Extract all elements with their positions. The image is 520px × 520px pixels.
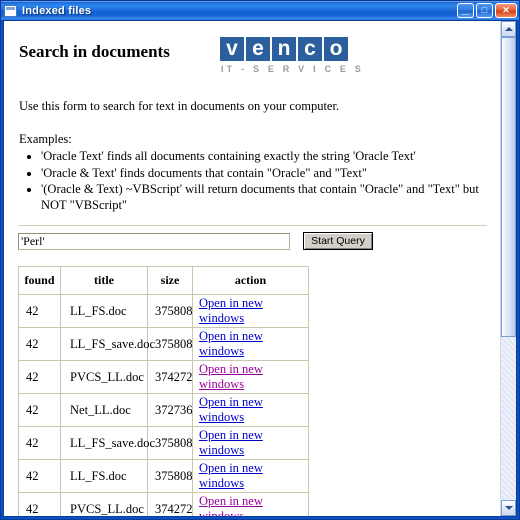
scrollbar-thumb[interactable] (501, 37, 516, 337)
open-in-new-window-link[interactable]: Open in new windows (199, 362, 263, 391)
column-header-title: title (60, 266, 148, 295)
vertical-scrollbar[interactable] (500, 21, 516, 516)
open-in-new-window-link[interactable]: Open in new windows (199, 329, 263, 358)
table-row: 42 LL_FS.doc 375808 Open in new windows (18, 294, 309, 328)
window-document-icon (4, 4, 17, 17)
cell-title: Net_LL.doc (60, 393, 148, 427)
table-row: 42 LL_FS_save.doc 375808 Open in new win… (18, 327, 309, 361)
venco-logo: v e n c o IT - S E R V I C E S (219, 37, 364, 74)
cell-found: 42 (18, 327, 61, 361)
application-window: Indexed files _ □ ✕ Search in documents … (0, 0, 520, 520)
example-item: 'Oracle Text' finds all documents contai… (41, 149, 488, 165)
intro-text: Use this form to search for text in docu… (19, 99, 340, 113)
results-table: found title size action 42 LL_FS.doc 375… (18, 266, 309, 516)
cell-found: 42 (18, 294, 61, 328)
cell-size: 372736 (147, 393, 193, 427)
table-row: 42 PVCS_LL.doc 374272 Open in new window… (18, 492, 309, 516)
example-item: '(Oracle & Text) ~VBScript' will return … (41, 182, 488, 213)
scrollbar-track[interactable] (501, 37, 516, 500)
cell-found: 42 (18, 459, 61, 493)
logo-wordmark: v e n c o (219, 37, 364, 61)
table-row: 42 LL_FS_save.doc 375808 Open in new win… (18, 426, 309, 460)
cell-action: Open in new windows (192, 426, 309, 460)
horizontal-divider (18, 225, 487, 226)
cell-title: PVCS_LL.doc (60, 360, 148, 394)
cell-title: LL_FS.doc (60, 294, 148, 328)
cell-found: 42 (18, 360, 61, 394)
column-header-size: size (147, 266, 193, 295)
cell-title: LL_FS.doc (60, 459, 148, 493)
scroll-down-arrow-icon[interactable] (501, 500, 516, 516)
logo-letter-v: v (219, 37, 244, 61)
examples-list: 'Oracle Text' finds all documents contai… (17, 149, 488, 213)
table-row: 42 Net_LL.doc 372736 Open in new windows (18, 393, 309, 427)
start-query-button[interactable]: Start Query (303, 232, 373, 250)
logo-letter-o: o (323, 37, 348, 61)
window-controls: _ □ ✕ (457, 1, 517, 18)
cell-found: 42 (18, 426, 61, 460)
document-page: Search in documents v e n c o IT - S E R… (4, 21, 500, 516)
examples-label: Examples: (19, 132, 72, 146)
minimize-button[interactable]: _ (457, 1, 474, 18)
cell-size: 374272 (147, 492, 193, 516)
logo-subtitle: IT - S E R V I C E S (220, 64, 364, 74)
results-table-body: 42 LL_FS.doc 375808 Open in new windows … (18, 294, 309, 516)
cell-found: 42 (18, 393, 61, 427)
open-in-new-window-link[interactable]: Open in new windows (199, 395, 263, 424)
logo-letter-e: e (245, 37, 270, 61)
logo-letter-c: c (297, 37, 322, 61)
open-in-new-window-link[interactable]: Open in new windows (199, 461, 263, 490)
cell-title: LL_FS_save.doc (60, 426, 155, 460)
cell-action: Open in new windows (192, 294, 309, 328)
close-button[interactable]: ✕ (495, 3, 517, 18)
minimize-icon: _ (461, 1, 470, 16)
page-header: Search in documents v e n c o IT - S E R… (17, 35, 488, 81)
maximize-button[interactable]: □ (476, 3, 493, 18)
cell-title: LL_FS_save.doc (60, 327, 155, 361)
cell-size: 375808 (147, 459, 193, 493)
cell-size: 375808 (147, 294, 193, 328)
cell-size: 375808 (147, 426, 193, 460)
open-in-new-window-link[interactable]: Open in new windows (199, 494, 263, 516)
cell-action: Open in new windows (192, 327, 309, 361)
results-table-head: found title size action (18, 266, 309, 295)
cell-title: PVCS_LL.doc (60, 492, 148, 516)
cell-action: Open in new windows (192, 393, 309, 427)
search-form: Start Query (18, 232, 488, 250)
table-row: 42 LL_FS.doc 375808 Open in new windows (18, 459, 309, 493)
cell-size: 375808 (147, 327, 193, 361)
table-row: 42 PVCS_LL.doc 374272 Open in new window… (18, 360, 309, 394)
search-input[interactable] (18, 232, 290, 250)
column-header-found: found (18, 266, 61, 295)
client-area: Search in documents v e n c o IT - S E R… (3, 20, 517, 517)
table-header-row: found title size action (18, 266, 309, 295)
column-header-action: action (192, 266, 309, 295)
cell-action: Open in new windows (192, 492, 309, 516)
open-in-new-window-link[interactable]: Open in new windows (199, 296, 263, 325)
scroll-up-arrow-icon[interactable] (501, 21, 516, 37)
open-in-new-window-link[interactable]: Open in new windows (199, 428, 263, 457)
window-title: Indexed files (22, 4, 92, 17)
cell-action: Open in new windows (192, 459, 309, 493)
maximize-icon: □ (481, 5, 488, 15)
title-bar[interactable]: Indexed files _ □ ✕ (1, 1, 519, 20)
cell-size: 374272 (147, 360, 193, 394)
cell-found: 42 (18, 492, 61, 516)
cell-action: Open in new windows (192, 360, 309, 394)
example-item: 'Oracle & Text' finds documents that con… (41, 166, 488, 182)
page-title: Search in documents (19, 42, 170, 61)
logo-letter-n: n (271, 37, 296, 61)
close-icon: ✕ (502, 5, 510, 15)
